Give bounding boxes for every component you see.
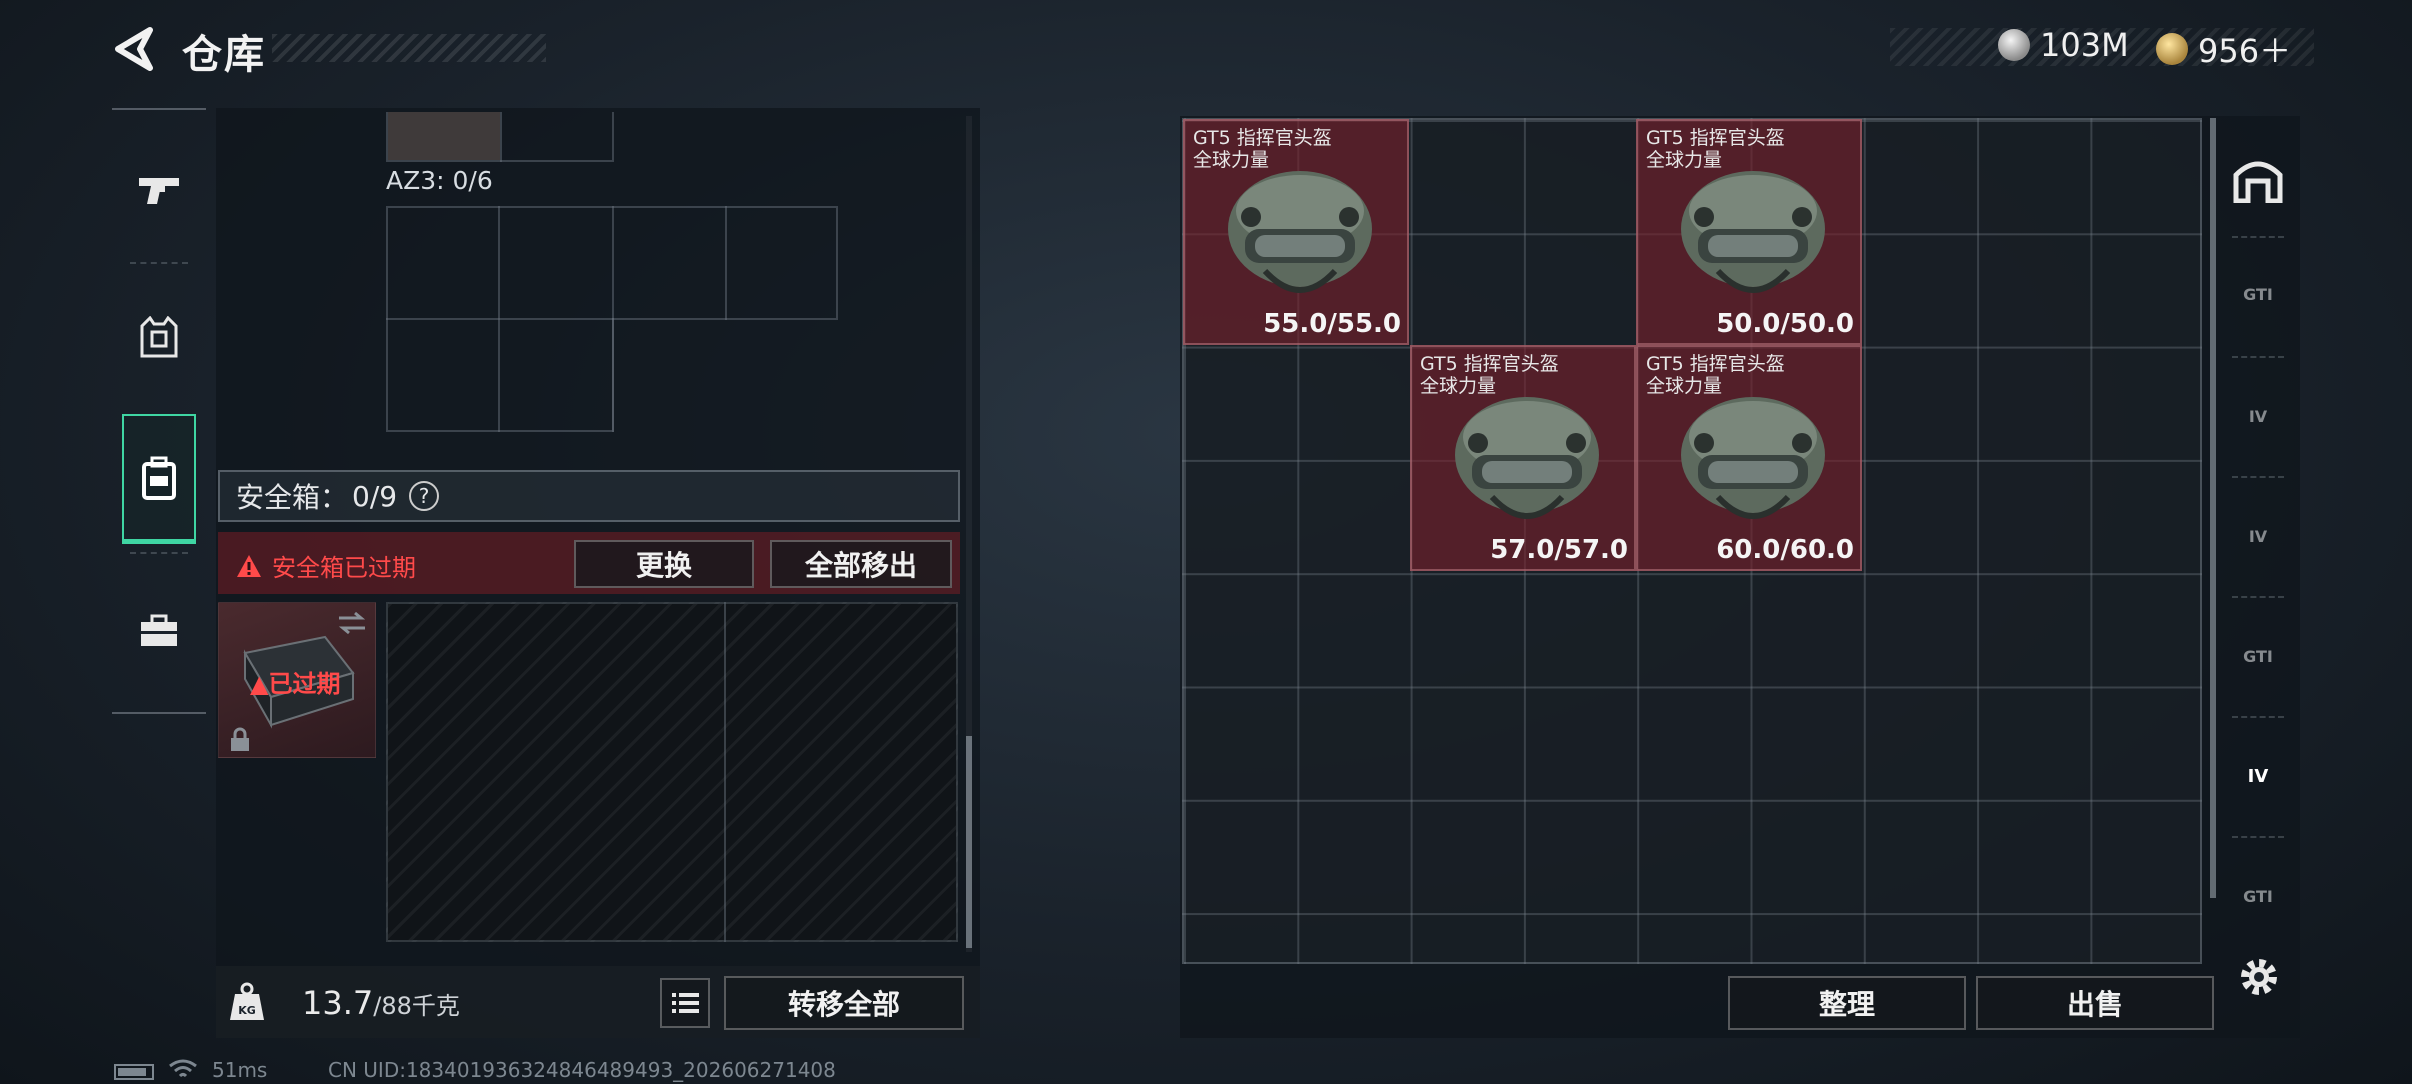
- nav-separator: [130, 262, 188, 264]
- helmet-icon: [1228, 171, 1372, 293]
- lock-icon: [231, 727, 249, 751]
- stash-item[interactable]: GT5 指挥官头盔 全球力量 50.0/50.0: [1636, 119, 1862, 345]
- wifi-icon: [169, 1059, 197, 1078]
- scrollbar-thumb[interactable]: [966, 736, 972, 948]
- item-durability: 55.0/55.0: [1263, 309, 1401, 339]
- filter-iv-icon[interactable]: IV: [2226, 504, 2290, 568]
- sort-button[interactable]: 整理: [1728, 976, 1966, 1030]
- pistol-icon: [139, 178, 179, 204]
- helmet-icon: [1681, 397, 1825, 519]
- ping-text: 51ms: [212, 1058, 268, 1082]
- nav-backpack[interactable]: [122, 414, 196, 544]
- swap-icon[interactable]: [337, 611, 367, 635]
- filter-separator: [2232, 476, 2284, 478]
- stash-item[interactable]: GT5 指挥官头盔 全球力量 57.0/57.0: [1410, 345, 1636, 571]
- filter-all-icon[interactable]: [2226, 148, 2290, 212]
- filter-gti-icon[interactable]: GTI: [2226, 864, 2290, 928]
- stash-scrollbar[interactable]: [2210, 118, 2216, 898]
- currency-silver[interactable]: 103M: [1998, 26, 2129, 64]
- filter-label: IV: [2247, 765, 2269, 787]
- gold-coin-icon: [2156, 33, 2188, 65]
- slot-divider: [500, 112, 502, 162]
- svg-text:KG: KG: [238, 1004, 256, 1017]
- title-stripe: [272, 34, 546, 62]
- nav-separator: [130, 552, 188, 554]
- sell-button[interactable]: 出售: [1976, 976, 2214, 1030]
- filter-iv-icon[interactable]: IV: [2226, 384, 2290, 448]
- expired-notice: 安全箱已过期: [236, 548, 416, 583]
- weight-display: 13.7/88千克: [302, 984, 460, 1022]
- weight-max: /88千克: [373, 992, 460, 1020]
- item-durability: 57.0/57.0: [1490, 535, 1628, 565]
- filter-separator: [2232, 596, 2284, 598]
- currency-gold-value: 956＋: [2198, 32, 2292, 70]
- expired-text: 安全箱已过期: [272, 554, 416, 582]
- helmet-icon: [1455, 397, 1599, 519]
- safebox-label: 安全箱：: [236, 481, 349, 514]
- move-all-out-button[interactable]: 全部移出: [770, 540, 952, 588]
- thumb-expired-label: ▲已过期: [250, 664, 340, 699]
- az3-label: AZ3: 0/6: [386, 166, 493, 195]
- gear-icon[interactable]: [2236, 954, 2282, 1000]
- filter-separator: [2232, 356, 2284, 358]
- grid-line: [725, 206, 727, 320]
- nav-armor[interactable]: [122, 272, 196, 402]
- list-icon[interactable]: [660, 978, 710, 1028]
- transfer-all-button[interactable]: 转移全部: [724, 976, 964, 1030]
- backpack-icon: [142, 456, 176, 500]
- filter-label: IV: [2248, 406, 2268, 426]
- page-title: 仓库: [182, 32, 266, 78]
- item-thumbnail[interactable]: [388, 112, 500, 160]
- filter-iv-icon-active[interactable]: IV: [2226, 744, 2290, 808]
- battery-icon: [114, 1064, 154, 1080]
- nav-weapon[interactable]: [122, 126, 196, 256]
- filter-label: GTI: [2243, 646, 2273, 666]
- filter-label: IV: [2248, 526, 2268, 546]
- item-durability: 60.0/60.0: [1716, 535, 1854, 565]
- weight-value: 13.7: [302, 984, 374, 1022]
- toolbox-icon: [141, 614, 177, 646]
- filter-label: GTI: [2243, 886, 2273, 906]
- helmet-icon: [1681, 171, 1825, 293]
- filter-label: GTI: [2243, 284, 2273, 304]
- thumb-expired-text: 已过期: [268, 670, 341, 698]
- vest-icon: [140, 316, 178, 358]
- currency-gold[interactable]: 956＋: [2156, 26, 2291, 72]
- filter-gti-icon[interactable]: GTI: [2226, 624, 2290, 688]
- warning-icon: [237, 554, 261, 577]
- currency-silver-value: 103M: [2040, 26, 2129, 64]
- replace-button[interactable]: 更换: [574, 540, 754, 588]
- house-icon: [2233, 161, 2283, 203]
- stash-item[interactable]: GT5 指挥官头盔 全球力量 60.0/60.0: [1636, 345, 1862, 571]
- safebox-count: 0/9: [352, 479, 398, 513]
- filter-separator: [2232, 836, 2284, 838]
- item-durability: 50.0/50.0: [1716, 309, 1854, 339]
- grid-line: [724, 602, 726, 942]
- stash-item[interactable]: GT5 指挥官头盔 全球力量 55.0/55.0: [1183, 119, 1409, 345]
- filter-separator: [2232, 236, 2284, 238]
- silver-coin-icon: [1998, 29, 2030, 61]
- weight-kg-icon: KG: [230, 982, 264, 1020]
- back-icon[interactable]: [112, 26, 154, 72]
- filter-gti-icon[interactable]: GTI: [2226, 262, 2290, 326]
- help-icon[interactable]: ?: [409, 481, 440, 511]
- az3-grid-bottom[interactable]: [386, 318, 614, 432]
- uid-text: CN UID:1834019363248464894​93_2026062714…: [328, 1058, 836, 1082]
- nav-toolbox[interactable]: [122, 566, 196, 696]
- safebox-header: 安全箱： 0/9 ?: [218, 470, 960, 522]
- warning-icon: ▲: [250, 670, 269, 698]
- filter-separator: [2232, 716, 2284, 718]
- safebox-grid[interactable]: [386, 602, 958, 942]
